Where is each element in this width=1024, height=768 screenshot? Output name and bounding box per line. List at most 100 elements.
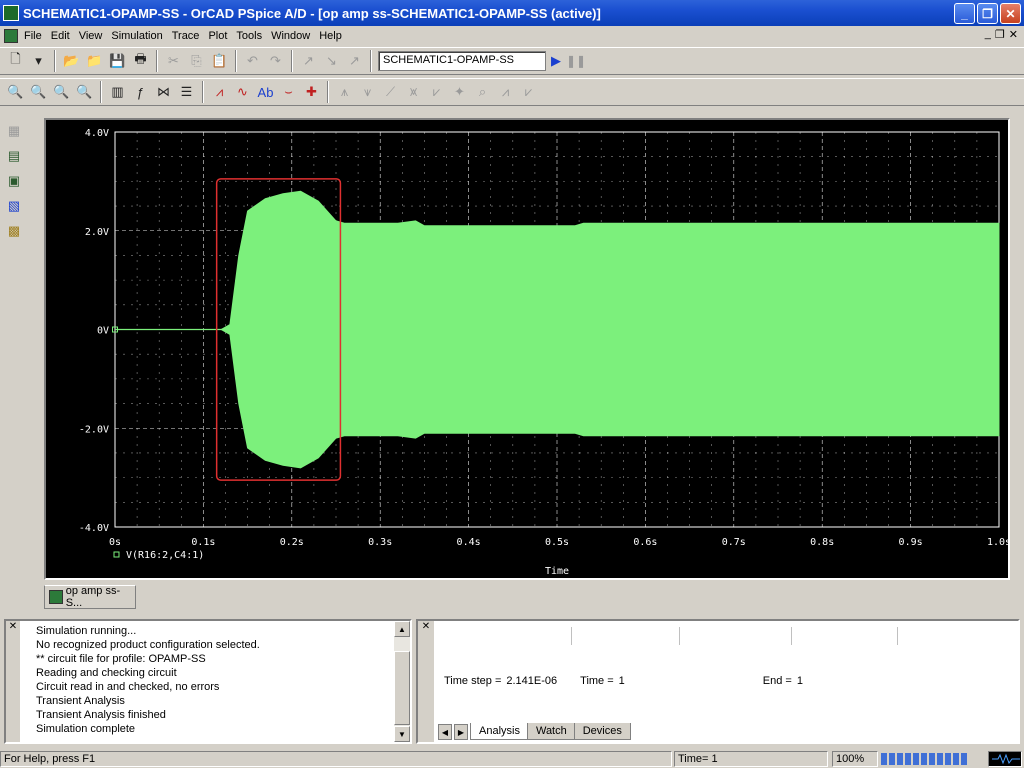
current-marker-icon[interactable]: ↘: [320, 50, 343, 72]
doc-close-button[interactable]: ✕: [1009, 28, 1018, 41]
output-file-icon[interactable]: ▤: [3, 145, 25, 167]
schematic-icon[interactable]: ▩: [3, 220, 25, 242]
menu-simulation[interactable]: Simulation: [111, 30, 169, 42]
save-icon[interactable]: 💾: [106, 50, 129, 72]
doc-minimize-button[interactable]: _: [985, 28, 991, 41]
x-tick-label: 1.0s: [987, 537, 1008, 548]
open-folder-icon[interactable]: 📂: [60, 50, 83, 72]
menu-plot[interactable]: Plot: [208, 30, 234, 42]
zoom-out-icon[interactable]: 🔍: [27, 81, 50, 103]
x-tick-label: 0.2s: [280, 537, 304, 548]
progress-segment: [897, 753, 903, 765]
toolbar-separator: [327, 81, 329, 103]
menu-tools[interactable]: Tools: [236, 30, 269, 42]
open-recent-icon[interactable]: 📁: [83, 50, 106, 72]
zoom-in-icon[interactable]: 🔍: [4, 81, 27, 103]
redo-icon[interactable]: ↷: [264, 50, 287, 72]
maximize-button[interactable]: ❐: [977, 3, 998, 24]
previous-transition-icon[interactable]: ⩗: [517, 81, 540, 103]
log-line: No recognized product configuration sele…: [36, 639, 260, 651]
progress-segment: [913, 753, 919, 765]
log-line: ** circuit file for profile: OPAMP-SS: [36, 653, 206, 665]
close-button[interactable]: ✕: [1000, 3, 1021, 24]
header-cell: [438, 627, 572, 645]
new-dropdown-icon[interactable]: ▾: [27, 50, 50, 72]
tab-analysis[interactable]: Analysis: [470, 723, 529, 740]
x-tick-label: 0.9s: [899, 537, 923, 548]
cursor-search-icon[interactable]: ⌕: [471, 81, 494, 103]
add-plot-icon[interactable]: Ab: [254, 81, 277, 103]
scroll-down-icon[interactable]: ▼: [394, 726, 410, 742]
menu-help[interactable]: Help: [319, 30, 349, 42]
data-icon[interactable]: ▦: [3, 120, 25, 142]
title-bar: SCHEMATIC1-OPAMP-SS - OrCAD PSpice A/D -…: [0, 0, 1024, 26]
cursor-point-icon[interactable]: ✦: [448, 81, 471, 103]
cursor-trough-icon[interactable]: ⩛: [356, 81, 379, 103]
menu-view[interactable]: View: [79, 30, 110, 42]
log-line: Transient Analysis: [36, 695, 125, 707]
minimize-button[interactable]: _: [954, 3, 975, 24]
toolbar-separator: [100, 81, 102, 103]
cursor-peak-icon[interactable]: ⩚: [333, 81, 356, 103]
waveform-plot[interactable]: 4.0V 2.0V 0V -2.0V -4.0V0s 0.1s 0.2s 0.3s 0.4s 0.…: [46, 120, 1008, 578]
output-close-icon[interactable]: ✕: [6, 621, 20, 742]
simulation-message-icon[interactable]: ▣: [3, 170, 25, 192]
paste-icon[interactable]: 📋: [208, 50, 231, 72]
y-tick-label: -2.0V: [79, 424, 109, 435]
tab-next-icon[interactable]: ▶: [454, 724, 468, 740]
menu-edit[interactable]: Edit: [51, 30, 77, 42]
power-marker-icon[interactable]: ↗: [343, 50, 366, 72]
copy-icon[interactable]: ⎘: [185, 50, 208, 72]
probe-plot-window[interactable]: 4.0V 2.0V 0V -2.0V -4.0V 0s 0.1s 0.2s 0.3s 0.4s 0.…: [44, 118, 1010, 580]
fourier-icon[interactable]: ƒ: [129, 81, 152, 103]
new-file-icon[interactable]: 🗋: [4, 50, 27, 72]
log-y-axis-icon[interactable]: ☰: [175, 81, 198, 103]
analysis-close-icon[interactable]: ✕: [418, 621, 434, 742]
document-window-controls: _ ❐ ✕: [985, 28, 1018, 41]
zoom-area-icon[interactable]: 🔍: [50, 81, 73, 103]
toolbar-separator: [156, 50, 158, 72]
window-title: SCHEMATIC1-OPAMP-SS - OrCAD PSpice A/D -…: [23, 5, 601, 21]
add-trace-icon[interactable]: ⩘: [208, 81, 231, 103]
run-simulation-icon[interactable]: ▶: [546, 50, 566, 72]
eval-measurement-icon[interactable]: ∿: [231, 81, 254, 103]
undo-icon[interactable]: ↶: [241, 50, 264, 72]
menu-window[interactable]: Window: [271, 30, 317, 42]
y-tick-label: 2.0V: [85, 227, 109, 238]
watch-icon[interactable]: ▧: [3, 195, 25, 217]
mark-label-icon[interactable]: ✚: [300, 81, 323, 103]
scroll-up-icon[interactable]: ▲: [394, 621, 410, 637]
waveform-activity-icon: [988, 751, 1022, 767]
tab-prev-icon[interactable]: ◀: [438, 724, 452, 740]
tab-devices[interactable]: Devices: [573, 723, 631, 740]
log-x-axis-icon[interactable]: ▥: [106, 81, 129, 103]
cursor-slope-icon[interactable]: ⟋: [379, 81, 402, 103]
toolbar-separator: [202, 81, 204, 103]
toggle-cursor-icon[interactable]: ⌣: [277, 81, 300, 103]
menu-trace[interactable]: Trace: [172, 30, 207, 42]
standard-toolbar: 🗋 ▾ 📂 📁 💾 🖶 ✂ ⎘ 📋 ↶ ↷ ↗ ↘ ↗ SCHEMATIC1-O…: [0, 47, 1024, 75]
simulation-profile-select[interactable]: SCHEMATIC1-OPAMP-SS: [378, 51, 546, 71]
menu-file[interactable]: File: [24, 30, 49, 42]
document-icon[interactable]: [4, 28, 18, 43]
tab-watch[interactable]: Watch: [526, 723, 576, 740]
doc-restore-button[interactable]: ❐: [995, 28, 1005, 41]
x-tick-label: 0.5s: [545, 537, 569, 548]
tab-op-amp-ss[interactable]: op amp ss-S...: [44, 585, 136, 609]
zoom-fit-icon[interactable]: 🔍: [73, 81, 96, 103]
status-time: Time= 1: [674, 751, 828, 767]
pause-simulation-icon[interactable]: ❚❚: [566, 50, 586, 72]
voltage-marker-icon[interactable]: ↗: [297, 50, 320, 72]
cursor-min-icon[interactable]: ⩙: [402, 81, 425, 103]
output-scrollbar[interactable]: ▲ ▼: [394, 621, 410, 742]
y-tick-label: -4.0V: [79, 523, 109, 534]
performance-analysis-icon[interactable]: ⋈: [152, 81, 175, 103]
plot-tab-strip: op amp ss-S...: [44, 585, 1010, 609]
time-step-label: Time step =: [444, 675, 502, 687]
cursor-max-icon[interactable]: ⩗: [425, 81, 448, 103]
pspice-app-icon[interactable]: [3, 5, 19, 21]
cut-icon[interactable]: ✂: [162, 50, 185, 72]
next-transition-icon[interactable]: ⩘: [494, 81, 517, 103]
print-icon[interactable]: 🖶: [129, 50, 152, 72]
scroll-thumb[interactable]: [394, 651, 410, 725]
